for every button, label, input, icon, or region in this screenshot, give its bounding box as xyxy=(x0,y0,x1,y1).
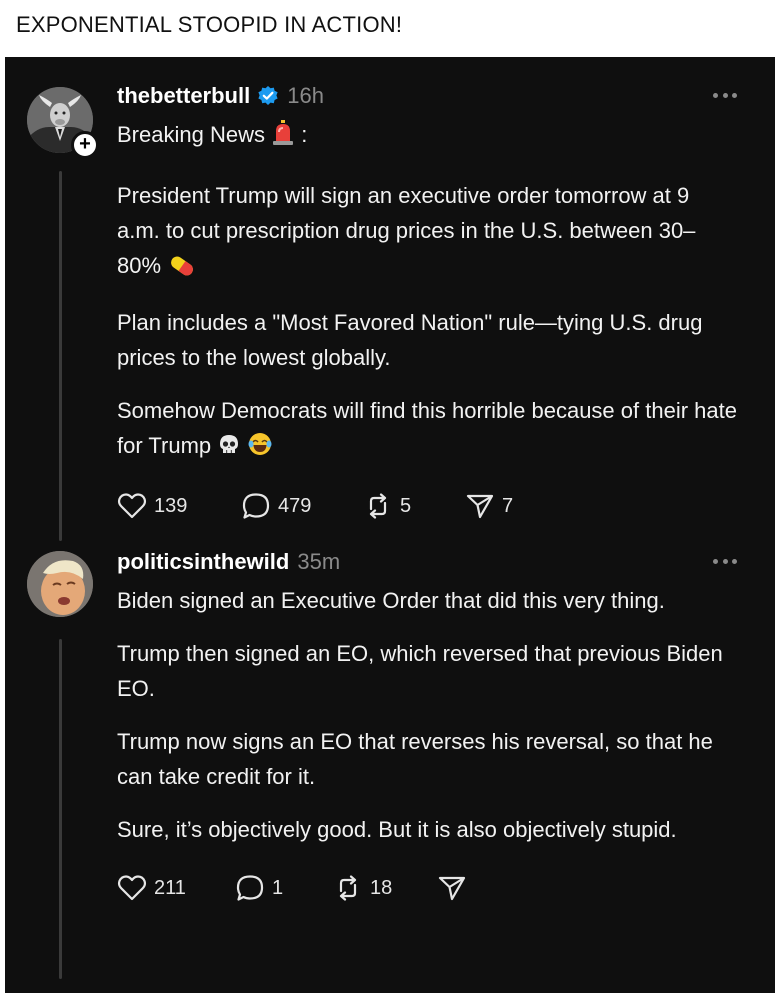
like-button[interactable]: 211 xyxy=(117,874,235,902)
headline-colon: : xyxy=(301,122,308,147)
username[interactable]: thebetterbull xyxy=(117,83,250,109)
repost-icon xyxy=(333,874,363,902)
page-caption: EXPONENTIAL STOOPID IN ACTION! xyxy=(16,12,403,37)
follow-button[interactable]: + xyxy=(71,131,99,159)
more-icon[interactable] xyxy=(713,93,737,99)
post-meta: thebetterbull 16h xyxy=(117,81,737,111)
repost-icon xyxy=(363,492,393,520)
post-time: 35m xyxy=(297,549,341,574)
more-icon[interactable] xyxy=(713,559,737,565)
share-icon xyxy=(465,492,495,520)
post-paragraph: Biden signed an Executive Order that did… xyxy=(117,588,665,613)
reply-button[interactable]: 479 xyxy=(241,492,363,520)
post-paragraph: Plan includes a "Most Favored Nation" ru… xyxy=(117,310,703,370)
comment-icon xyxy=(235,874,265,902)
repost-button[interactable]: 5 xyxy=(363,492,465,520)
repost-count: 5 xyxy=(400,494,412,517)
siren-icon xyxy=(271,120,295,156)
post-paragraph-text: Somehow Democrats will find this horribl… xyxy=(117,398,737,458)
thread-line xyxy=(59,639,62,979)
like-count: 211 xyxy=(154,876,186,899)
post-paragraph: Trump now signs an EO that reverses his … xyxy=(117,729,713,789)
reply-button[interactable]: 1 xyxy=(235,874,333,902)
thread-line xyxy=(59,171,62,541)
post-actions: 139 479 5 7 xyxy=(117,491,737,521)
post-paragraph: Sure, it’s objectively good. But it is a… xyxy=(117,817,677,842)
share-icon xyxy=(437,874,467,902)
share-button[interactable]: 7 xyxy=(465,492,513,520)
like-count: 139 xyxy=(154,494,188,517)
headline-line: Breaking News : xyxy=(117,117,737,156)
laughing-emoji-icon xyxy=(247,431,273,467)
like-button[interactable]: 139 xyxy=(117,492,241,520)
heart-icon xyxy=(117,492,147,520)
post-meta: politicsinthewild 35m xyxy=(117,547,737,577)
comment-icon xyxy=(241,492,271,520)
repost-count: 18 xyxy=(370,876,393,899)
pill-icon xyxy=(167,252,197,287)
username[interactable]: politicsinthewild xyxy=(117,549,289,575)
post-paragraph: Trump then signed an EO, which reversed … xyxy=(117,641,723,701)
skull-icon xyxy=(217,432,241,467)
post-paragraph: Somehow Democrats will find this horribl… xyxy=(117,393,737,467)
post-actions: 211 1 18 xyxy=(117,873,737,903)
thread-card: + thebetterbull 16h Breaking News: Pres… xyxy=(5,57,775,993)
reply-count: 1 xyxy=(272,876,284,899)
post-time: 16h xyxy=(287,83,324,108)
share-button[interactable] xyxy=(437,874,474,902)
reply-count: 479 xyxy=(278,494,312,517)
post-body: thebetterbull 16h Breaking News: Presid… xyxy=(117,81,737,521)
share-count: 7 xyxy=(502,494,514,517)
post-body: politicsinthewild 35m Biden signed an Ex… xyxy=(117,547,737,903)
post-paragraph-text: President Trump will sign an executive o… xyxy=(117,183,696,278)
avatar[interactable] xyxy=(27,551,93,617)
verified-icon xyxy=(257,85,279,107)
headline-text: Breaking News xyxy=(117,122,265,147)
post-paragraph: President Trump will sign an executive o… xyxy=(117,178,737,287)
repost-button[interactable]: 18 xyxy=(333,874,437,902)
heart-icon xyxy=(117,874,147,902)
